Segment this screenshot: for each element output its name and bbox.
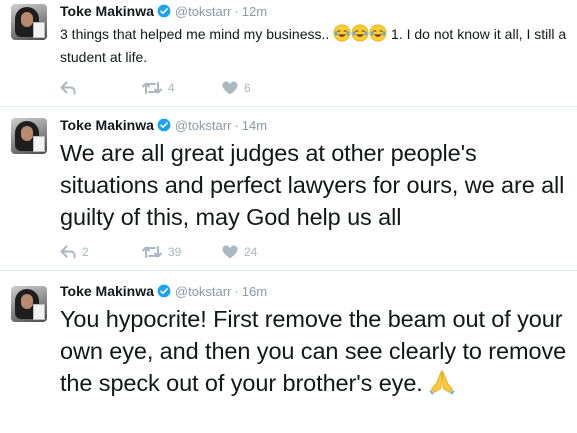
- tweet-divider: [0, 270, 577, 271]
- tweet-text: 3 things that helped me mind my business…: [60, 24, 571, 67]
- separator-dot: ·: [234, 3, 239, 19]
- author-handle[interactable]: @tokstarr: [175, 4, 232, 19]
- verified-badge-icon: [157, 4, 171, 18]
- tweet-timestamp[interactable]: 14m: [242, 118, 267, 133]
- author-name[interactable]: Toke Makinwa: [60, 117, 154, 133]
- reply-icon: [60, 81, 76, 95]
- avatar[interactable]: [11, 118, 47, 154]
- tweet-text-part: You hypocrite! First remove the beam out…: [60, 306, 567, 396]
- author-handle[interactable]: @tokstarr: [175, 118, 232, 133]
- tweet-timestamp[interactable]: 12m: [242, 4, 267, 19]
- reply-button[interactable]: [60, 81, 142, 95]
- like-button[interactable]: 6: [222, 81, 251, 95]
- like-count: 6: [244, 81, 251, 95]
- face-with-tears-of-joy-icon: [369, 24, 387, 47]
- retweet-icon: [142, 246, 162, 258]
- tweet-actions: 4 6: [60, 78, 251, 98]
- tweet-text: You hypocrite! First remove the beam out…: [60, 303, 571, 403]
- like-button[interactable]: 24: [222, 245, 257, 259]
- heart-icon: [222, 81, 238, 95]
- avatar[interactable]: [11, 286, 47, 322]
- retweet-count: 4: [168, 81, 175, 95]
- heart-icon: [222, 245, 238, 259]
- tweet-text-part: 3 things that helped me mind my business…: [60, 26, 334, 42]
- tweet-actions: 2 39 24: [60, 242, 257, 262]
- face-with-tears-of-joy-icon: [351, 24, 369, 47]
- separator-dot: ·: [234, 117, 239, 133]
- verified-badge-icon: [157, 284, 171, 298]
- verified-badge-icon: [157, 118, 171, 132]
- separator-dot: ·: [234, 283, 239, 299]
- tweet-timestamp[interactable]: 16m: [242, 284, 267, 299]
- author-handle[interactable]: @tokstarr: [175, 284, 232, 299]
- retweet-icon: [142, 82, 162, 94]
- reply-button[interactable]: 2: [60, 245, 142, 259]
- tweet-text: We are all great judges at other people'…: [60, 140, 565, 230]
- face-with-tears-of-joy-icon: [333, 24, 351, 47]
- tweet-header: Toke Makinwa @tokstarr · 14m: [60, 116, 267, 134]
- folded-hands-icon: [429, 369, 455, 403]
- tweet-header: Toke Makinwa @tokstarr · 16m: [60, 282, 267, 300]
- tweet-divider: [0, 106, 577, 107]
- retweet-button[interactable]: 4: [142, 81, 222, 95]
- retweet-button[interactable]: 39: [142, 245, 222, 259]
- tweet-header: Toke Makinwa @tokstarr · 12m: [60, 2, 267, 20]
- author-name[interactable]: Toke Makinwa: [60, 3, 154, 19]
- author-name[interactable]: Toke Makinwa: [60, 283, 154, 299]
- like-count: 24: [244, 245, 258, 259]
- retweet-count: 39: [168, 245, 182, 259]
- reply-count: 2: [82, 245, 89, 259]
- avatar[interactable]: [11, 4, 47, 40]
- reply-icon: [60, 245, 76, 259]
